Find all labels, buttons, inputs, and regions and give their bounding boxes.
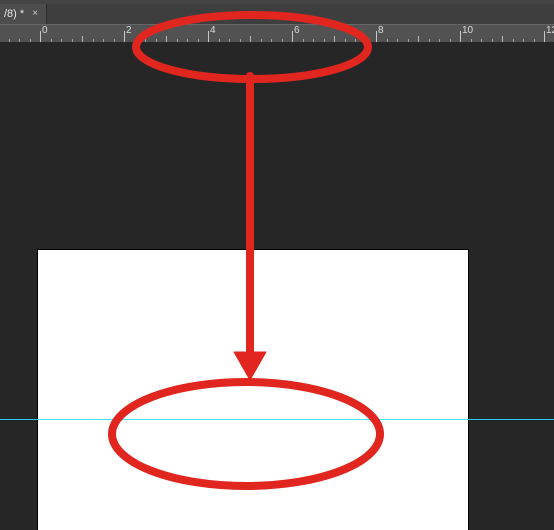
horizontal-guide[interactable] (0, 419, 554, 420)
document-tab-bar: /8) * × (0, 4, 554, 25)
ruler-number: 6 (294, 25, 300, 36)
ruler-number: 0 (42, 25, 48, 36)
ruler-number: 8 (378, 25, 384, 36)
ruler-number: 10 (462, 25, 473, 36)
artboard[interactable] (38, 250, 468, 530)
document-tab[interactable]: /8) * × (0, 4, 47, 24)
horizontal-ruler[interactable]: 0246810121416 (0, 24, 554, 44)
document-tab-label: /8) * (4, 4, 24, 24)
canvas-area[interactable] (0, 42, 554, 530)
ruler-number: 12 (546, 25, 554, 36)
document-tab-close-icon[interactable]: × (30, 9, 40, 19)
ruler-number: 2 (126, 25, 132, 36)
ruler-track: 0246810121416 (0, 25, 554, 43)
ruler-number: 4 (210, 25, 216, 36)
